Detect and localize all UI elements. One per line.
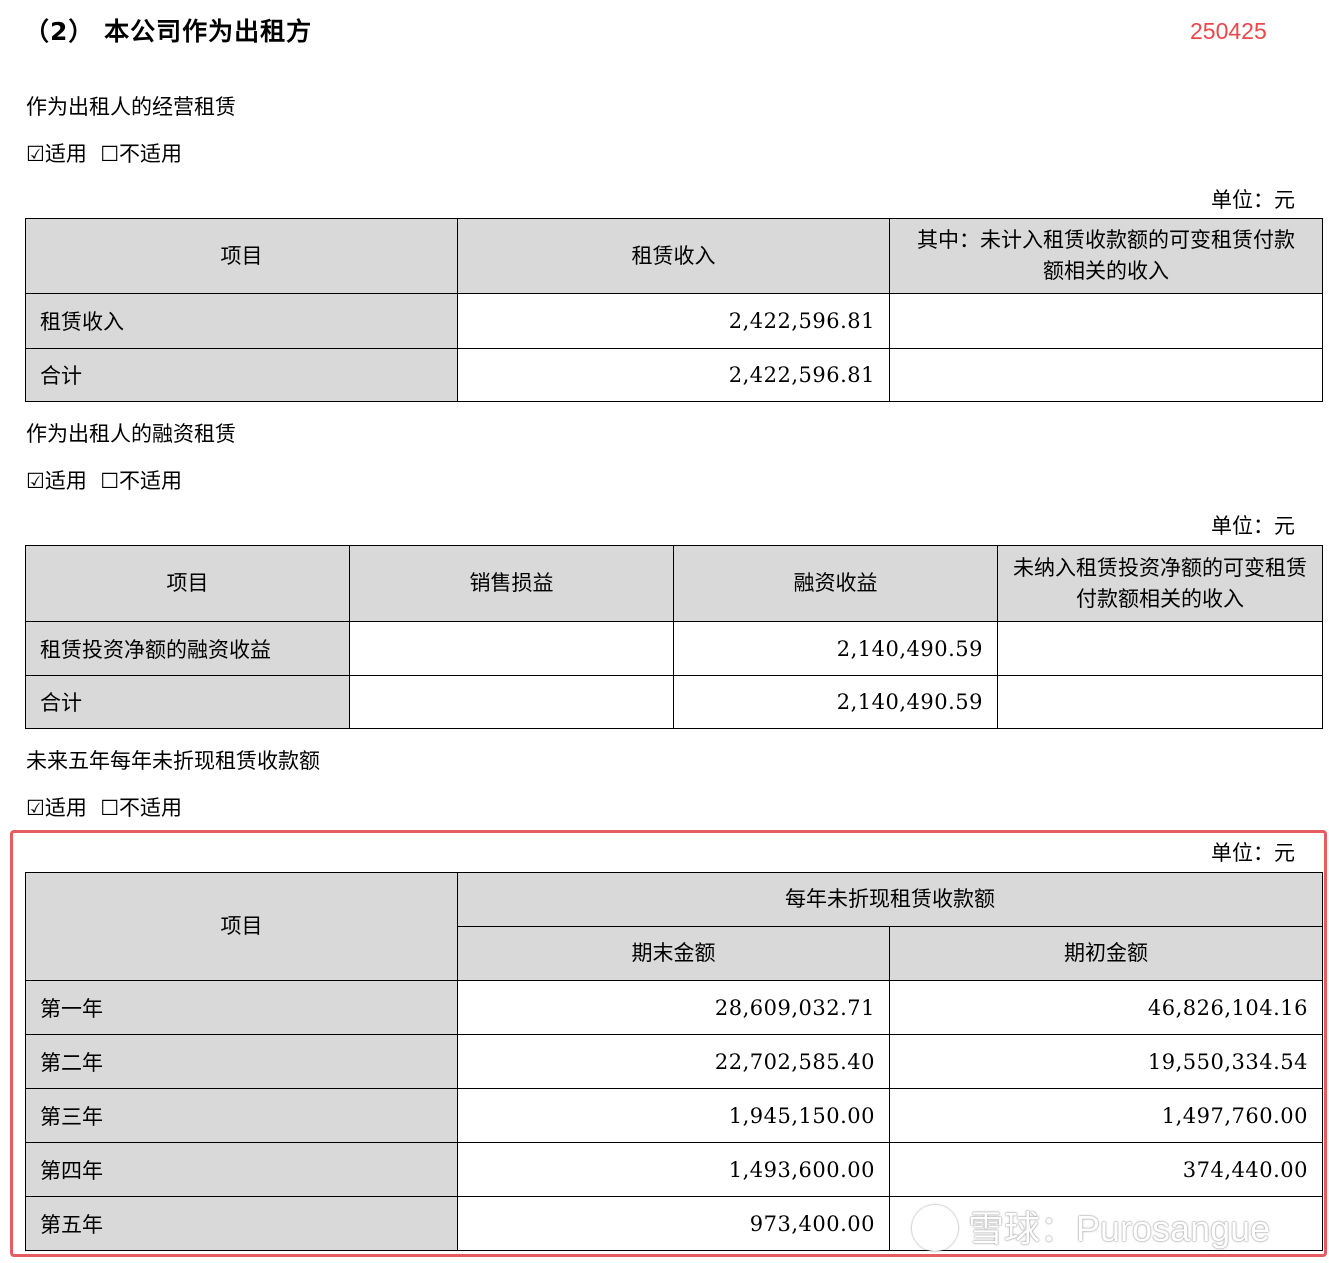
row-finance: 2,140,490.59 (673, 675, 998, 729)
row-end: 1,493,600.00 (457, 1142, 890, 1197)
row-item: 合计 (25, 348, 458, 402)
unit-label: 单位：元 (1211, 188, 1295, 212)
row-income: 2,422,596.81 (457, 348, 890, 402)
applicable-checked: ☑适用 (26, 142, 87, 166)
applicable-checked: ☑适用 (26, 469, 87, 493)
watermark: 雪球：Purosangue (912, 1200, 1270, 1254)
header-sales-gain: 销售损益 (349, 545, 674, 622)
watermark-text: 雪球：Purosangue (968, 1208, 1271, 1249)
row-item: 合计 (25, 675, 350, 729)
not-applicable-unchecked: ☐不适用 (100, 796, 183, 820)
table-row: 第一年 28,609,032.71 46,826,104.16 (25, 980, 1323, 1035)
future-receipts-label: 未来五年每年未折现租赁收款额 (26, 749, 320, 773)
row-sales (349, 675, 674, 729)
unit-label: 单位：元 (1211, 841, 1295, 865)
row-begin: 374,440.00 (889, 1142, 1323, 1197)
header-group: 每年未折现租赁收款额 (457, 872, 1323, 927)
header-variable-income: 其中：未计入租赁收款额的可变租赁付款额相关的收入 (889, 218, 1323, 294)
header-item: 项目 (25, 545, 350, 622)
future-receipts-table: 项目 每年未折现租赁收款额 期末金额 期初金额 第一年 28,609,032.7… (25, 872, 1323, 1251)
row-item: 租赁投资净额的融资收益 (25, 621, 350, 676)
row-begin: 19,550,334.54 (889, 1034, 1323, 1089)
table-row: 租赁投资净额的融资收益 2,140,490.59 (25, 621, 1323, 676)
row-finance: 2,140,490.59 (673, 621, 998, 676)
row-sales (349, 621, 674, 676)
applicable-checked: ☑适用 (26, 796, 87, 820)
row-begin: 1,497,760.00 (889, 1088, 1323, 1143)
row-variable (997, 621, 1323, 676)
table-row: 第四年 1,493,600.00 374,440.00 (25, 1142, 1323, 1197)
header-lease-income: 租赁收入 (457, 218, 890, 294)
row-end: 28,609,032.71 (457, 980, 890, 1035)
document-code: 250425 (1190, 18, 1267, 44)
section-title: （2） 本公司作为出租方 (24, 17, 313, 46)
row-item: 第五年 (25, 1196, 458, 1251)
row-end: 973,400.00 (457, 1196, 890, 1251)
header-variable-income: 未纳入租赁投资净额的可变租赁付款额相关的收入 (997, 545, 1323, 622)
table-row: 第三年 1,945,150.00 1,497,760.00 (25, 1088, 1323, 1143)
finance-lease-label: 作为出租人的融资租赁 (26, 422, 236, 446)
operating-lease-table: 项目 租赁收入 其中：未计入租赁收款额的可变租赁付款额相关的收入 租赁收入 2,… (25, 218, 1323, 402)
applicability-checkbox: ☑适用 ☐不适用 (26, 138, 182, 168)
row-variable (997, 675, 1323, 729)
row-item: 第一年 (25, 980, 458, 1035)
table-row: 第二年 22,702,585.40 19,550,334.54 (25, 1034, 1323, 1089)
header-period-end: 期末金额 (457, 926, 890, 981)
xueqiu-logo-icon (912, 1205, 958, 1252)
row-item: 第三年 (25, 1088, 458, 1143)
not-applicable-unchecked: ☐不适用 (100, 469, 183, 493)
not-applicable-unchecked: ☐不适用 (100, 142, 183, 166)
row-item: 第四年 (25, 1142, 458, 1197)
row-end: 1,945,150.00 (457, 1088, 890, 1143)
row-income: 2,422,596.81 (457, 293, 890, 349)
header-item: 项目 (25, 218, 458, 294)
row-begin: 46,826,104.16 (889, 980, 1323, 1035)
header-finance-income: 融资收益 (673, 545, 998, 622)
applicability-checkbox: ☑适用 ☐不适用 (26, 792, 182, 822)
row-variable (889, 293, 1323, 349)
row-item: 租赁收入 (25, 293, 458, 349)
operating-lease-label: 作为出租人的经营租赁 (26, 95, 236, 119)
finance-lease-table: 项目 销售损益 融资收益 未纳入租赁投资净额的可变租赁付款额相关的收入 租赁投资… (25, 545, 1323, 729)
header-item: 项目 (25, 872, 458, 981)
table-row: 合计 2,140,490.59 (25, 675, 1323, 729)
header-period-begin: 期初金额 (889, 926, 1323, 981)
row-variable (889, 348, 1323, 402)
unit-label: 单位：元 (1211, 514, 1295, 538)
applicability-checkbox: ☑适用 ☐不适用 (26, 465, 182, 495)
table-row: 合计 2,422,596.81 (25, 348, 1323, 402)
row-item: 第二年 (25, 1034, 458, 1089)
row-end: 22,702,585.40 (457, 1034, 890, 1089)
table-row: 租赁收入 2,422,596.81 (25, 293, 1323, 349)
